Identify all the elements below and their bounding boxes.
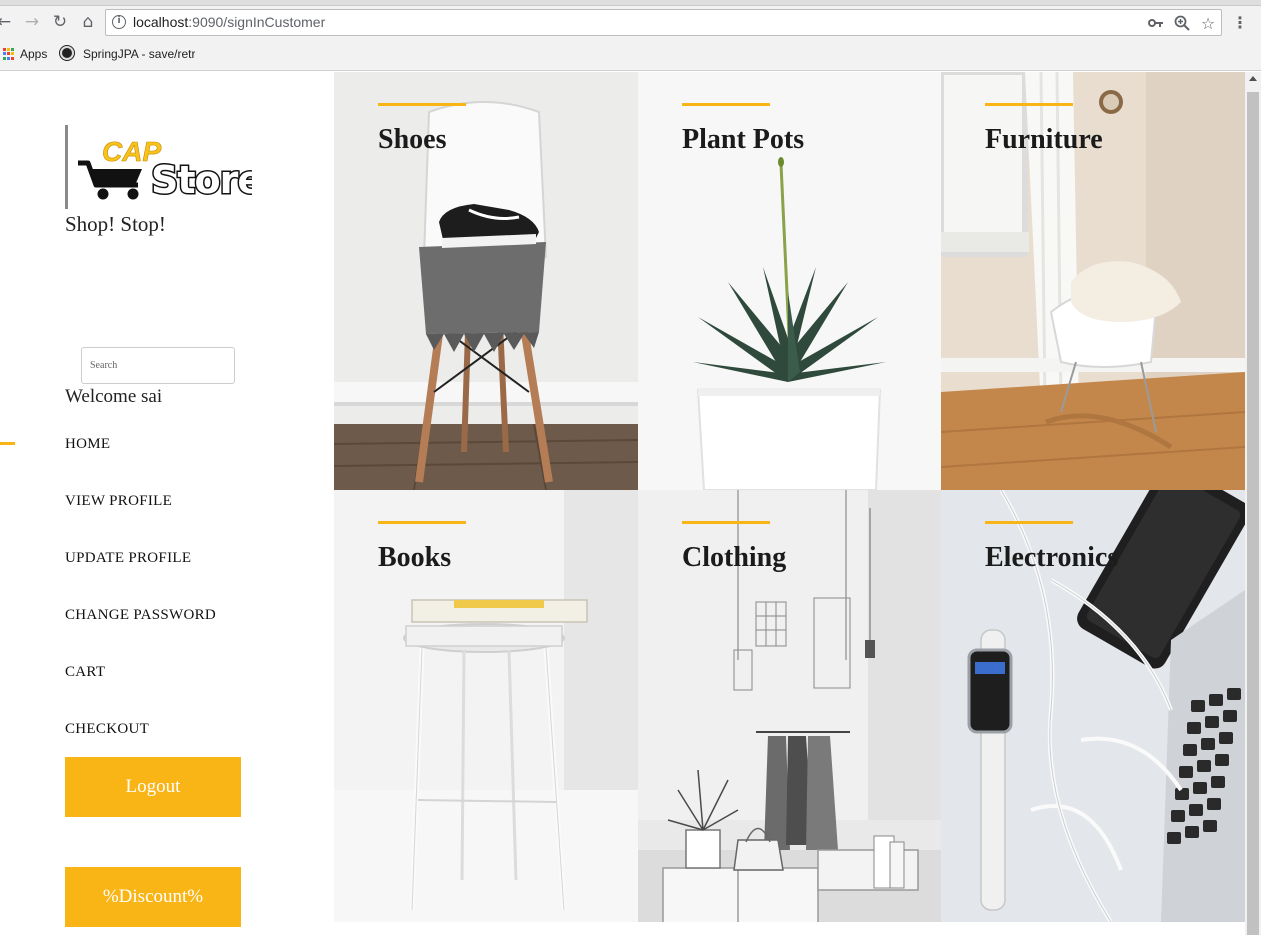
page-viewport: CAP Store Shop! Stop! Welcome sai HOME V… xyxy=(0,72,1245,935)
key-icon[interactable] xyxy=(1146,13,1166,33)
category-tile-books[interactable]: Books xyxy=(334,490,638,922)
url-text[interactable]: localhost:9090/signInCustomer xyxy=(133,14,325,30)
apps-icon[interactable] xyxy=(3,48,15,60)
tile-accent-line xyxy=(985,521,1073,524)
category-title-plant-pots: Plant Pots xyxy=(682,124,805,155)
bookmark-favicon-icon xyxy=(60,46,74,60)
category-tile-clothing[interactable]: Clothing xyxy=(638,490,941,922)
scrollbar-thumb[interactable] xyxy=(1247,92,1259,935)
category-tile-electronics[interactable]: Electronics xyxy=(941,490,1245,922)
category-title-electronics: Electronics xyxy=(985,542,1119,573)
nav-change-password[interactable]: CHANGE PASSWORD xyxy=(65,607,216,624)
url-path: :9090/signInCustomer xyxy=(188,14,326,30)
nav-update-profile[interactable]: UPDATE PROFILE xyxy=(65,550,191,567)
forward-icon[interactable]: → xyxy=(20,11,44,33)
discount-button[interactable]: %Discount% xyxy=(65,867,241,927)
category-tile-plant-pots[interactable]: Plant Pots xyxy=(638,72,941,490)
category-title-furniture: Furniture xyxy=(985,124,1103,155)
capstore-logo[interactable]: CAP Store xyxy=(76,133,252,203)
info-icon[interactable]: i xyxy=(112,15,126,29)
category-title-clothing: Clothing xyxy=(682,542,787,573)
active-nav-indicator xyxy=(0,442,15,445)
tile-accent-line xyxy=(378,103,466,106)
home-icon[interactable]: ⌂ xyxy=(76,11,100,33)
search-input[interactable] xyxy=(81,347,235,384)
category-title-books: Books xyxy=(378,542,452,573)
logo-divider xyxy=(65,125,68,209)
bookmarks-bar: Apps SpringJPA - save/retr xyxy=(0,39,1261,71)
tile-accent-line xyxy=(682,521,770,524)
sidebar: CAP Store Shop! Stop! Welcome sai HOME V… xyxy=(0,72,334,935)
address-bar[interactable]: i localhost:9090/signInCustomer ☆ xyxy=(105,9,1222,36)
tile-accent-line xyxy=(985,103,1073,106)
url-host: localhost xyxy=(133,14,189,30)
category-title-shoes: Shoes xyxy=(378,124,447,155)
nav-cart[interactable]: CART xyxy=(65,664,105,681)
tagline: Shop! Stop! xyxy=(65,212,166,236)
bookmark-apps[interactable]: Apps xyxy=(20,47,47,61)
star-icon[interactable]: ☆ xyxy=(1198,13,1218,33)
category-tile-furniture[interactable]: Furniture xyxy=(941,72,1245,490)
welcome-text: Welcome sai xyxy=(65,386,163,407)
browser-toolbar: ← → ↻ ⌂ i localhost:9090/signInCustomer … xyxy=(0,6,1261,39)
logout-button[interactable]: Logout xyxy=(65,757,241,817)
nav-home[interactable]: HOME xyxy=(65,436,110,453)
menu-icon[interactable]: ⋮ xyxy=(1232,14,1248,34)
back-icon[interactable]: ← xyxy=(0,11,16,33)
bookmark-springjpa[interactable]: SpringJPA - save/retr xyxy=(83,47,195,61)
reload-icon[interactable]: ↻ xyxy=(48,11,72,33)
tile-accent-line xyxy=(682,103,770,106)
nav-view-profile[interactable]: VIEW PROFILE xyxy=(65,493,172,510)
scroll-up-arrow-icon[interactable] xyxy=(1249,76,1257,81)
logo-store-text: Store xyxy=(151,158,252,202)
tile-accent-line xyxy=(378,521,466,524)
category-tile-shoes[interactable]: Shoes xyxy=(334,72,638,490)
scrollbar[interactable] xyxy=(1245,72,1261,935)
nav-checkout[interactable]: CHECKOUT xyxy=(65,721,149,738)
zoom-icon[interactable] xyxy=(1172,13,1192,33)
